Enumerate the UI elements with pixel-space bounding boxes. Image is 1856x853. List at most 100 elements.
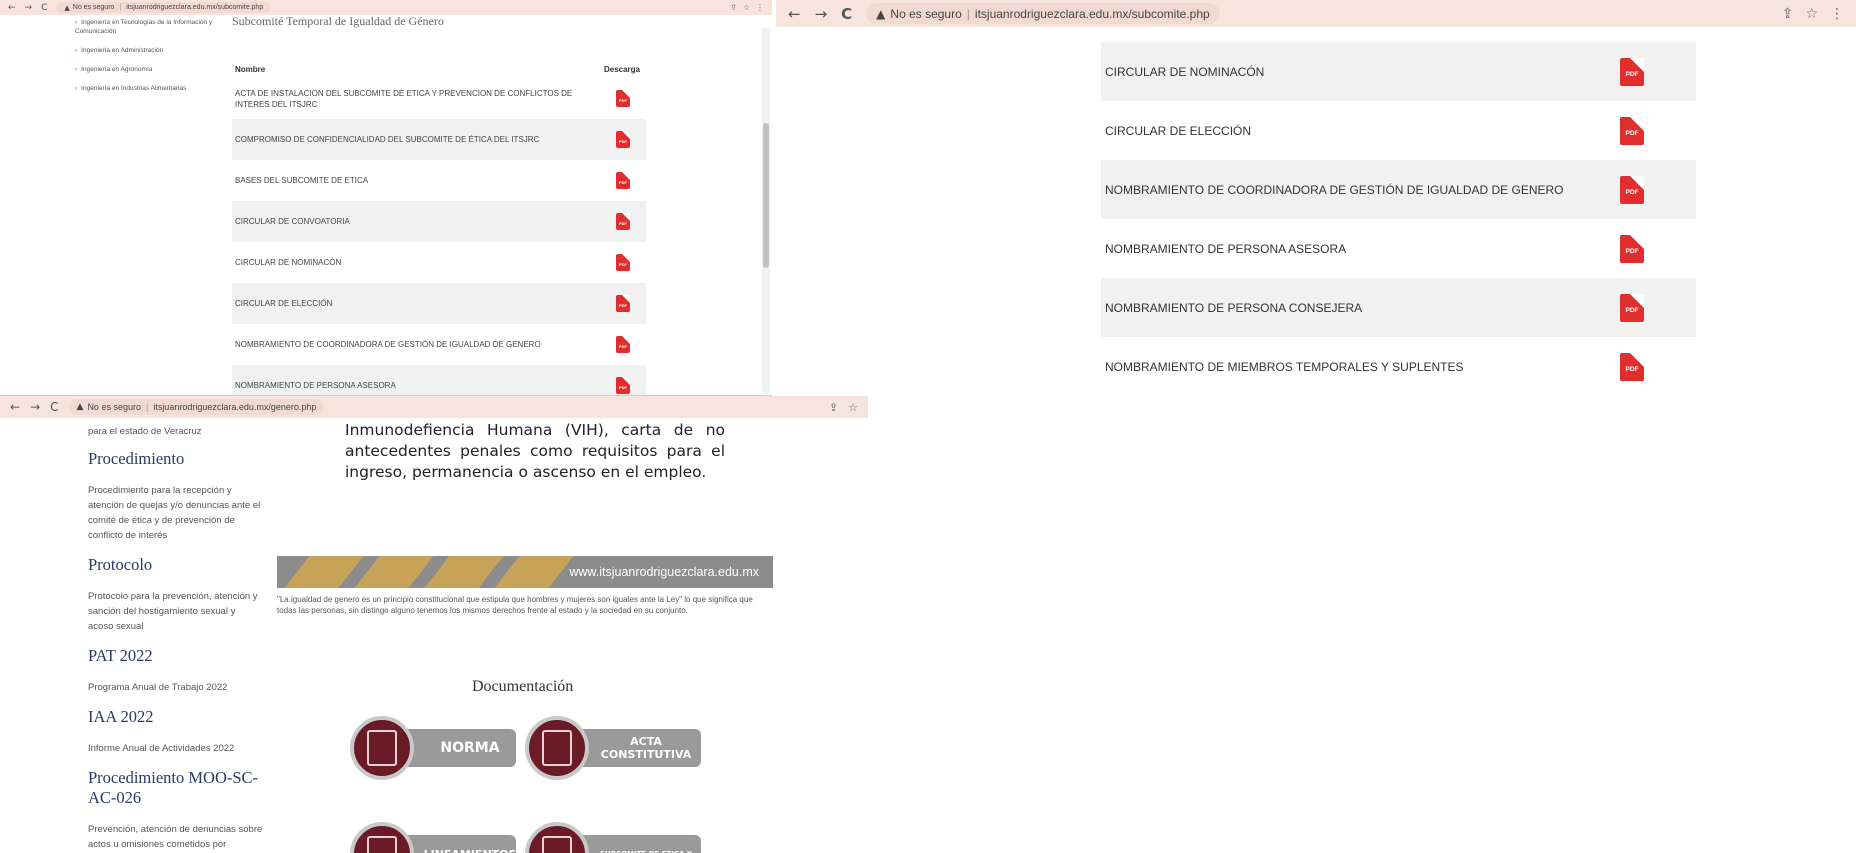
scales-icon — [525, 822, 589, 853]
section-title: Procedimiento — [88, 449, 185, 468]
table-row: CIRCULAR DE ELECCIÓN PDF — [232, 283, 646, 324]
reload-icon[interactable]: C — [841, 5, 852, 23]
back-icon[interactable]: ← — [10, 400, 20, 414]
acta-constitutiva-button[interactable]: ACTA CONSTITUTIVA — [525, 716, 701, 780]
table-row: COMPROMISO DE CONFIDENCIALIDAD DEL SUBCO… — [232, 119, 646, 160]
button-label: ACTA CONSTITUTIVA — [571, 729, 701, 767]
norma-button[interactable]: NORMA — [350, 716, 516, 780]
section-link[interactable]: Informe Anual de Actividades 2022 — [88, 741, 263, 756]
not-secure-label: No es seguro — [890, 6, 962, 21]
browser-toolbar: ← → C ▲ No es seguro | itsjuanrodriguezc… — [0, 396, 868, 418]
table-row: NOMBRAMIENTO DE PERSONA CONSEJERA PDF — [1101, 278, 1696, 337]
pdf-download-icon[interactable]: PDF — [616, 254, 630, 271]
button-label: NORMA — [396, 729, 516, 767]
url-text: itsjuanrodriguezclara.edu.mx/subcomite.p… — [126, 4, 264, 11]
star-icon[interactable]: ☆ — [743, 3, 750, 12]
column-header-nombre: Nombre — [235, 64, 266, 74]
pdf-download-icon[interactable]: PDF — [616, 172, 630, 189]
section-link[interactable]: Programa Anual de Trabajo 2022 — [88, 680, 263, 695]
sidebar-item[interactable]: Ingeniería en Tecnologías de la Informac… — [75, 18, 225, 36]
sidebar-item[interactable]: Ingeniería en Administración — [75, 46, 225, 55]
section-link[interactable]: Prevención, atención de denuncias sobre … — [88, 822, 263, 853]
pdf-download-icon[interactable]: PDF — [1620, 116, 1644, 145]
pdf-download-icon[interactable]: PDF — [616, 131, 630, 148]
pdf-download-icon[interactable]: PDF — [1620, 293, 1644, 322]
document-name: NOMBRAMIENTO DE PERSONA ASESORA — [235, 381, 396, 390]
documents-table: CIRCULAR DE NOMINACÓN PDF CIRCULAR DE ELE… — [1101, 42, 1696, 396]
button-label: LINEAMIENTOS — [396, 835, 516, 853]
pdf-download-icon[interactable]: PDF — [1620, 234, 1644, 263]
page-heading-partial: Subcomité Temporal de Igualdad de Género — [232, 14, 444, 28]
certificate-icon — [525, 716, 589, 780]
forward-icon[interactable]: → — [25, 3, 33, 13]
document-name: NOMBRAMIENTO DE PERSONA CONSEJERA — [1105, 300, 1363, 315]
address-bar[interactable]: ▲ No es seguro | itsjuanrodriguezclara.e… — [866, 3, 1220, 24]
back-icon[interactable]: ← — [8, 3, 16, 13]
pdf-download-icon[interactable]: PDF — [616, 295, 630, 312]
forward-icon[interactable]: → — [30, 400, 40, 414]
share-icon[interactable]: ⇪ — [829, 401, 838, 414]
share-icon[interactable]: ⇪ — [730, 3, 737, 12]
back-icon[interactable]: ← — [788, 5, 801, 23]
menu-icon[interactable]: ⋮ — [1830, 6, 1844, 22]
document-name: NOMBRAMIENTO DE MIEMBROS TEMPORALES Y SU… — [1105, 359, 1464, 374]
document-icon — [350, 822, 414, 853]
section-link[interactable]: Protocolo para la prevención, atención y… — [88, 589, 263, 634]
menu-icon[interactable]: ⋮ — [756, 3, 764, 12]
pdf-download-icon[interactable]: PDF — [1620, 175, 1644, 204]
documents-table: Nombre Descarga ACTA DE INSTALACION DEL … — [232, 60, 646, 395]
star-icon[interactable]: ☆ — [1805, 6, 1818, 22]
sidebar-documents: para el estado de Veracruz Procedimiento… — [88, 424, 263, 853]
document-name: BASES DEL SUBCOMITE DE ETICA — [235, 176, 369, 185]
column-header-descarga: Descarga — [603, 64, 641, 74]
button-label: SUBCOMITE DE ETICA Y — [571, 835, 701, 853]
sidebar-nav: Ingeniería en Tecnologías de la Informac… — [75, 18, 225, 103]
document-name: NOMBRAMIENTO DE COORDINADORA DE GESTIÓN … — [235, 340, 541, 349]
address-bar[interactable]: ▲ No es seguro | itsjuanrodriguezclara.e… — [68, 399, 325, 415]
document-name: CIRCULAR DE ELECCIÓN — [235, 299, 333, 308]
reload-icon[interactable]: C — [50, 400, 58, 414]
documentation-title: Documentación — [472, 678, 574, 695]
table-row: CIRCULAR DE CONVOATORIA PDF — [232, 201, 646, 242]
pdf-download-icon[interactable]: PDF — [616, 377, 630, 394]
warning-icon: ▲ — [76, 402, 84, 412]
pdf-download-icon[interactable]: PDF — [616, 90, 630, 107]
sidebar-item[interactable]: Ingeniería en Industrias Alimentarias — [75, 84, 225, 93]
browser-toolbar: ← → C ▲ No es seguro | itsjuanrodriguezc… — [776, 0, 1856, 27]
pdf-download-icon[interactable]: PDF — [616, 213, 630, 230]
forward-icon[interactable]: → — [815, 5, 828, 23]
document-name: CIRCULAR DE ELECCIÓN — [1105, 123, 1252, 138]
banner-stripe — [494, 556, 574, 588]
banner-stripe — [284, 556, 364, 588]
share-icon[interactable]: ⇪ — [1782, 6, 1794, 22]
reload-icon[interactable]: C — [41, 3, 47, 13]
star-icon[interactable]: ☆ — [848, 401, 858, 414]
warning-icon: ▲ — [64, 3, 70, 12]
document-name: CIRCULAR DE NOMINACÓN — [235, 258, 342, 267]
address-bar[interactable]: ▲ No es seguro | itsjuanrodriguezclara.e… — [56, 2, 272, 13]
table-row: NOMBRAMIENTO DE PERSONA ASESORA PDF — [1101, 219, 1696, 278]
scrollbar[interactable] — [762, 28, 770, 393]
pdf-download-icon[interactable]: PDF — [1620, 352, 1644, 381]
banner-stripe — [354, 556, 434, 588]
banner-stripe — [424, 556, 504, 588]
browser-window-genero: ← → C ▲ No es seguro | itsjuanrodriguezc… — [0, 396, 868, 853]
document-name: COMPROMISO DE CONFIDENCIALIDAD DEL SUBCO… — [235, 135, 540, 144]
pdf-download-icon[interactable]: PDF — [1620, 57, 1644, 86]
sidebar-text[interactable]: para el estado de Veracruz — [88, 424, 263, 439]
table-row: BASES DEL SUBCOMITE DE ETICA PDF — [232, 160, 646, 201]
section-link[interactable]: Procedimiento para la recepción y atenci… — [88, 483, 263, 543]
sidebar-item[interactable]: Ingeniería en Agronomía — [75, 65, 225, 74]
site-banner: www.itsjuanrodriguezclara.edu.mx — [277, 556, 773, 588]
url-text: itsjuanrodriguezclara.edu.mx/genero.php — [153, 402, 317, 412]
lineamientos-button[interactable]: LINEAMIENTOS — [350, 822, 516, 853]
subcomite-etica-button[interactable]: SUBCOMITE DE ETICA Y — [525, 822, 701, 853]
pdf-download-icon[interactable]: PDF — [616, 336, 630, 353]
document-name: CIRCULAR DE CONVOATORIA — [235, 217, 350, 226]
document-icon — [350, 716, 414, 780]
not-secure-label: No es seguro — [87, 402, 141, 412]
scrollbar-thumb[interactable] — [763, 123, 769, 268]
warning-icon: ▲ — [876, 6, 886, 21]
body-paragraph: Inmunodefiencia Humana (VIH), carta de n… — [345, 421, 725, 481]
table-row: NOMBRAMIENTO DE COORDINADORA DE GESTIÓN … — [232, 324, 646, 365]
